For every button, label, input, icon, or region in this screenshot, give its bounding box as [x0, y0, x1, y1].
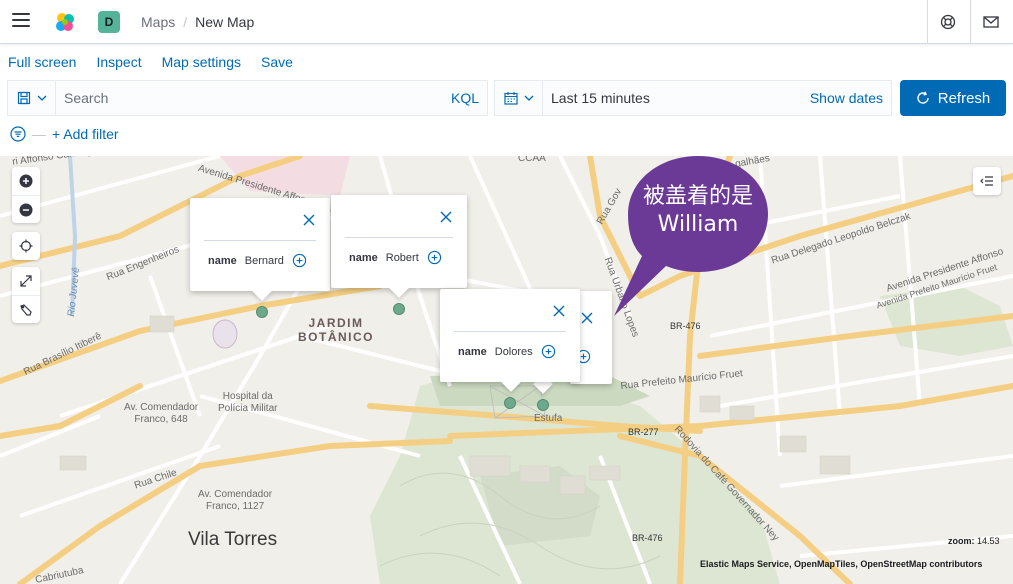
filter-icon[interactable]: [10, 126, 26, 142]
chevron-down-icon: [524, 95, 533, 101]
map-attribution[interactable]: Elastic Maps Service, OpenMapTiles, Open…: [700, 559, 982, 569]
quick-date-button[interactable]: [495, 81, 543, 115]
filter-divider: —: [32, 126, 46, 142]
wrench-icon: [20, 303, 32, 316]
map-marker-bernard[interactable]: [256, 306, 268, 318]
elastic-logo[interactable]: [54, 11, 76, 33]
mail-icon[interactable]: [981, 12, 1001, 32]
refresh-button[interactable]: Refresh: [900, 80, 1006, 116]
popup-property-row: name Dolores: [458, 344, 556, 359]
label-vila-torres: Vila Torres: [188, 529, 278, 550]
breadcrumb-separator: /: [183, 14, 188, 30]
chevron-down-icon: [37, 95, 46, 101]
locate-control: [12, 232, 40, 260]
label-av-comendador-648: Av. Comendador Franco, 648: [124, 402, 199, 425]
full-screen-link[interactable]: Full screen: [8, 54, 76, 70]
minus-circle-icon: [19, 203, 33, 216]
popup-divider: [454, 331, 566, 332]
header-divider: [927, 0, 928, 44]
zoom-controls: [12, 167, 40, 223]
map-canvas[interactable]: JARDIM BOTÂNICO Vila Torres Hospital da …: [0, 156, 1013, 584]
map-settings-link[interactable]: Map settings: [162, 54, 241, 70]
label-br277: BR-277: [628, 427, 659, 437]
popup-property-row: name Robert: [349, 250, 442, 265]
show-dates-link[interactable]: Show dates: [810, 81, 891, 115]
query-bar: KQL: [7, 80, 488, 116]
label-jardim-botanico: JARDIM BOTÂNICO: [298, 316, 374, 344]
close-icon[interactable]: [302, 213, 316, 227]
zoom-in-button[interactable]: [12, 167, 40, 195]
popup-divider: [345, 237, 453, 238]
annotation-text: 被盖着的是 William: [642, 184, 753, 237]
add-filter-icon[interactable]: [427, 250, 442, 265]
app-header: D Maps / New Map: [0, 0, 1013, 44]
menu-icon[interactable]: [12, 13, 30, 29]
tooltip-popup-bernard[interactable]: name Bernard: [190, 198, 330, 301]
map-marker-dolores[interactable]: [504, 397, 516, 409]
breadcrumb: Maps / New Map: [141, 14, 254, 30]
property-name: name: [458, 345, 487, 358]
add-filter-button[interactable]: + Add filter: [52, 126, 119, 142]
menu-left-icon: [980, 176, 993, 186]
map-marker-robert[interactable]: [393, 303, 405, 315]
label-br476-north: BR-476: [670, 321, 701, 331]
kql-toggle[interactable]: KQL: [443, 81, 487, 115]
expand-icon: [20, 275, 32, 287]
save-icon: [17, 91, 30, 105]
property-name: name: [208, 254, 237, 267]
breadcrumb-new-map: New Map: [195, 14, 255, 30]
save-link[interactable]: Save: [261, 54, 293, 70]
tools-button[interactable]: [12, 295, 40, 323]
close-icon[interactable]: [439, 210, 453, 224]
plus-circle-icon: [19, 174, 33, 188]
label-br476-south: BR-476: [632, 533, 663, 543]
tooltip-popup-dolores[interactable]: name Dolores: [440, 289, 580, 392]
tooltip-popup-robert[interactable]: name Robert: [331, 195, 467, 298]
breadcrumb-maps[interactable]: Maps: [141, 14, 175, 30]
popup-divider: [204, 240, 316, 241]
fit-to-data-button[interactable]: [12, 232, 40, 260]
filter-bar: — + Add filter: [10, 126, 119, 142]
label-av-comendador-1127: Av. Comendador Franco, 1127: [198, 489, 273, 512]
date-range-text[interactable]: Last 15 minutes: [543, 81, 810, 115]
refresh-icon: [917, 91, 929, 104]
zoom-level-readout: zoom: 14.53: [948, 536, 1000, 546]
popup-property-row: name Bernard: [208, 253, 307, 268]
property-name: name: [349, 251, 378, 264]
add-filter-icon[interactable]: [541, 344, 556, 359]
add-filter-icon[interactable]: [292, 253, 307, 268]
close-icon[interactable]: [552, 304, 566, 318]
draw-controls: [12, 267, 40, 323]
date-picker: Last 15 minutes Show dates: [494, 80, 892, 116]
calendar-icon: [503, 92, 518, 105]
refresh-label: Refresh: [937, 89, 991, 107]
property-value: Dolores: [494, 345, 533, 358]
legend-toggle-button[interactable]: [973, 167, 1001, 195]
header-divider: [970, 0, 971, 44]
label-hospital: Hospital da Polícia Militar: [218, 391, 278, 414]
close-icon[interactable]: [580, 311, 594, 325]
property-value: Robert: [385, 251, 419, 264]
search-input[interactable]: [56, 81, 443, 115]
crosshair-icon: [19, 239, 33, 253]
map-marker-william[interactable]: [537, 399, 549, 411]
space-avatar[interactable]: D: [98, 11, 120, 33]
inspect-link[interactable]: Inspect: [96, 54, 141, 70]
label-ccaa: CCAA: [518, 156, 546, 164]
property-value: Bernard: [244, 254, 284, 267]
saved-query-button[interactable]: [8, 81, 56, 115]
help-icon[interactable]: [938, 12, 958, 32]
fullscreen-button[interactable]: [12, 267, 40, 295]
top-nav-menu: Full screen Inspect Map settings Save: [8, 54, 293, 70]
zoom-out-button[interactable]: [12, 195, 40, 223]
label-estufa: Estufa: [534, 413, 563, 424]
